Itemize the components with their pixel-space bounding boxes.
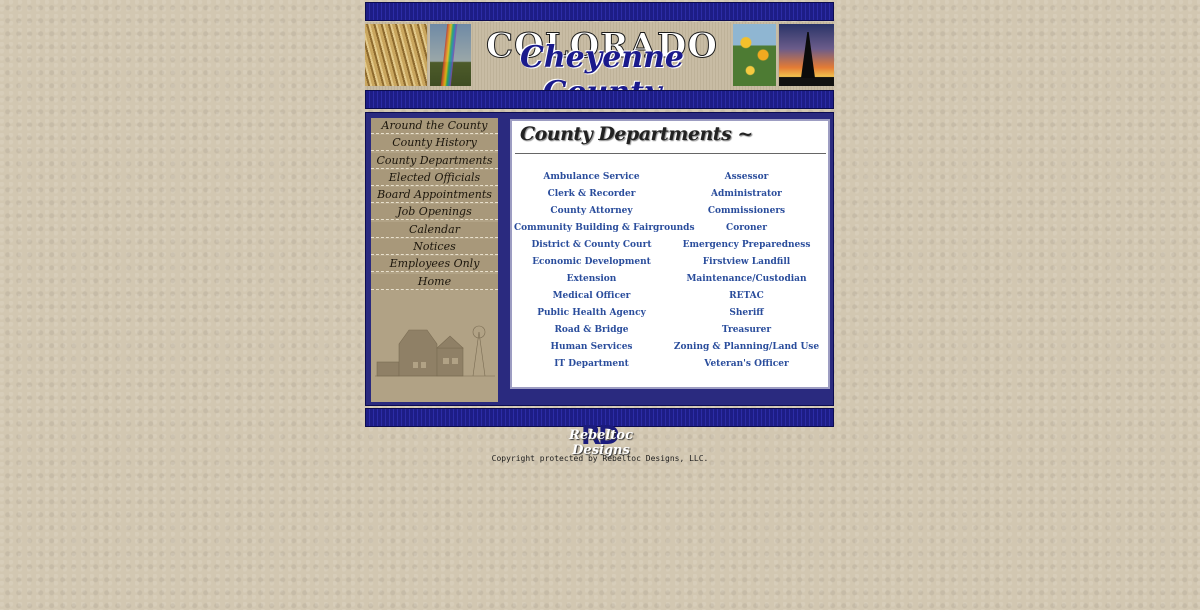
oil-pump-photo (779, 24, 834, 86)
link-emergency-preparedness[interactable]: Emergency Preparedness (669, 238, 824, 252)
link-coroner[interactable]: Coroner (669, 221, 824, 235)
nav-county-departments[interactable]: County Departments (371, 152, 498, 169)
wheat-photo (365, 24, 427, 86)
page-title: County Departments ~ (520, 123, 753, 145)
link-economic-development[interactable]: Economic Development (514, 255, 669, 269)
link-retac[interactable]: RETAC (669, 289, 824, 303)
link-extension[interactable]: Extension (514, 272, 669, 286)
link-zoning-planning[interactable]: Zoning & Planning/Land Use (669, 340, 824, 354)
rebeltoc-logo[interactable]: RD Rebeltoc Designs (545, 421, 657, 458)
link-administrator[interactable]: Administrator (669, 187, 824, 201)
title-divider (515, 153, 826, 154)
main-frame: Around the County County History County … (365, 112, 834, 406)
link-firstview-landfill[interactable]: Firstview Landfill (669, 255, 824, 269)
link-treasurer[interactable]: Treasurer (669, 323, 824, 337)
link-district-county-court[interactable]: District & County Court (514, 238, 669, 252)
site-title-county: Cheyenne County (519, 40, 684, 90)
nav-board-appointments[interactable]: Board Appointments (371, 187, 498, 204)
link-ambulance-service[interactable]: Ambulance Service (514, 170, 669, 184)
barn-icon (375, 325, 495, 377)
nav-elected-officials[interactable]: Elected Officials (371, 169, 498, 186)
link-commissioners[interactable]: Commissioners (669, 204, 824, 218)
link-community-building[interactable]: Community Building & Fairgrounds (514, 221, 695, 235)
nav-employees-only[interactable]: Employees Only (371, 256, 498, 273)
site-title: COLORADO Cheyenne County (477, 22, 727, 91)
link-maintenance-custodian[interactable]: Maintenance/Custodian (669, 272, 824, 286)
header-bottom-bar (365, 90, 834, 109)
nav-county-history[interactable]: County History (371, 135, 498, 152)
nav-calendar[interactable]: Calendar (371, 221, 498, 238)
rainbow-photo (430, 24, 471, 86)
link-road-bridge[interactable]: Road & Bridge (514, 323, 669, 337)
link-human-services[interactable]: Human Services (514, 340, 669, 354)
nav-notices[interactable]: Notices (371, 239, 498, 256)
content-panel: County Departments ~ Ambulance Service A… (509, 118, 831, 390)
nav-job-openings[interactable]: Job Openings (371, 204, 498, 221)
department-list: Ambulance Service Assessor Clerk & Recor… (514, 170, 826, 371)
flowers-photo (733, 24, 776, 86)
link-county-attorney[interactable]: County Attorney (514, 204, 669, 218)
copyright-text: Copyright protected by Rebeltoc Designs,… (491, 454, 709, 463)
page-container: COLORADO Cheyenne County Around the Coun… (365, 2, 834, 427)
header-banner: COLORADO Cheyenne County (365, 22, 834, 90)
link-public-health-agency[interactable]: Public Health Agency (514, 306, 669, 320)
sidebar: Around the County County History County … (371, 118, 498, 402)
link-medical-officer[interactable]: Medical Officer (514, 289, 669, 303)
link-clerk-recorder[interactable]: Clerk & Recorder (514, 187, 669, 201)
link-assessor[interactable]: Assessor (669, 170, 824, 184)
top-bar (365, 2, 834, 21)
link-it-department[interactable]: IT Department (514, 357, 669, 371)
nav-around-the-county[interactable]: Around the County (371, 118, 498, 134)
nav-home[interactable]: Home (371, 273, 498, 290)
sidebar-nav: Around the County County History County … (371, 118, 498, 290)
link-veterans-officer[interactable]: Veteran's Officer (669, 357, 824, 371)
link-sheriff[interactable]: Sheriff (669, 306, 824, 320)
